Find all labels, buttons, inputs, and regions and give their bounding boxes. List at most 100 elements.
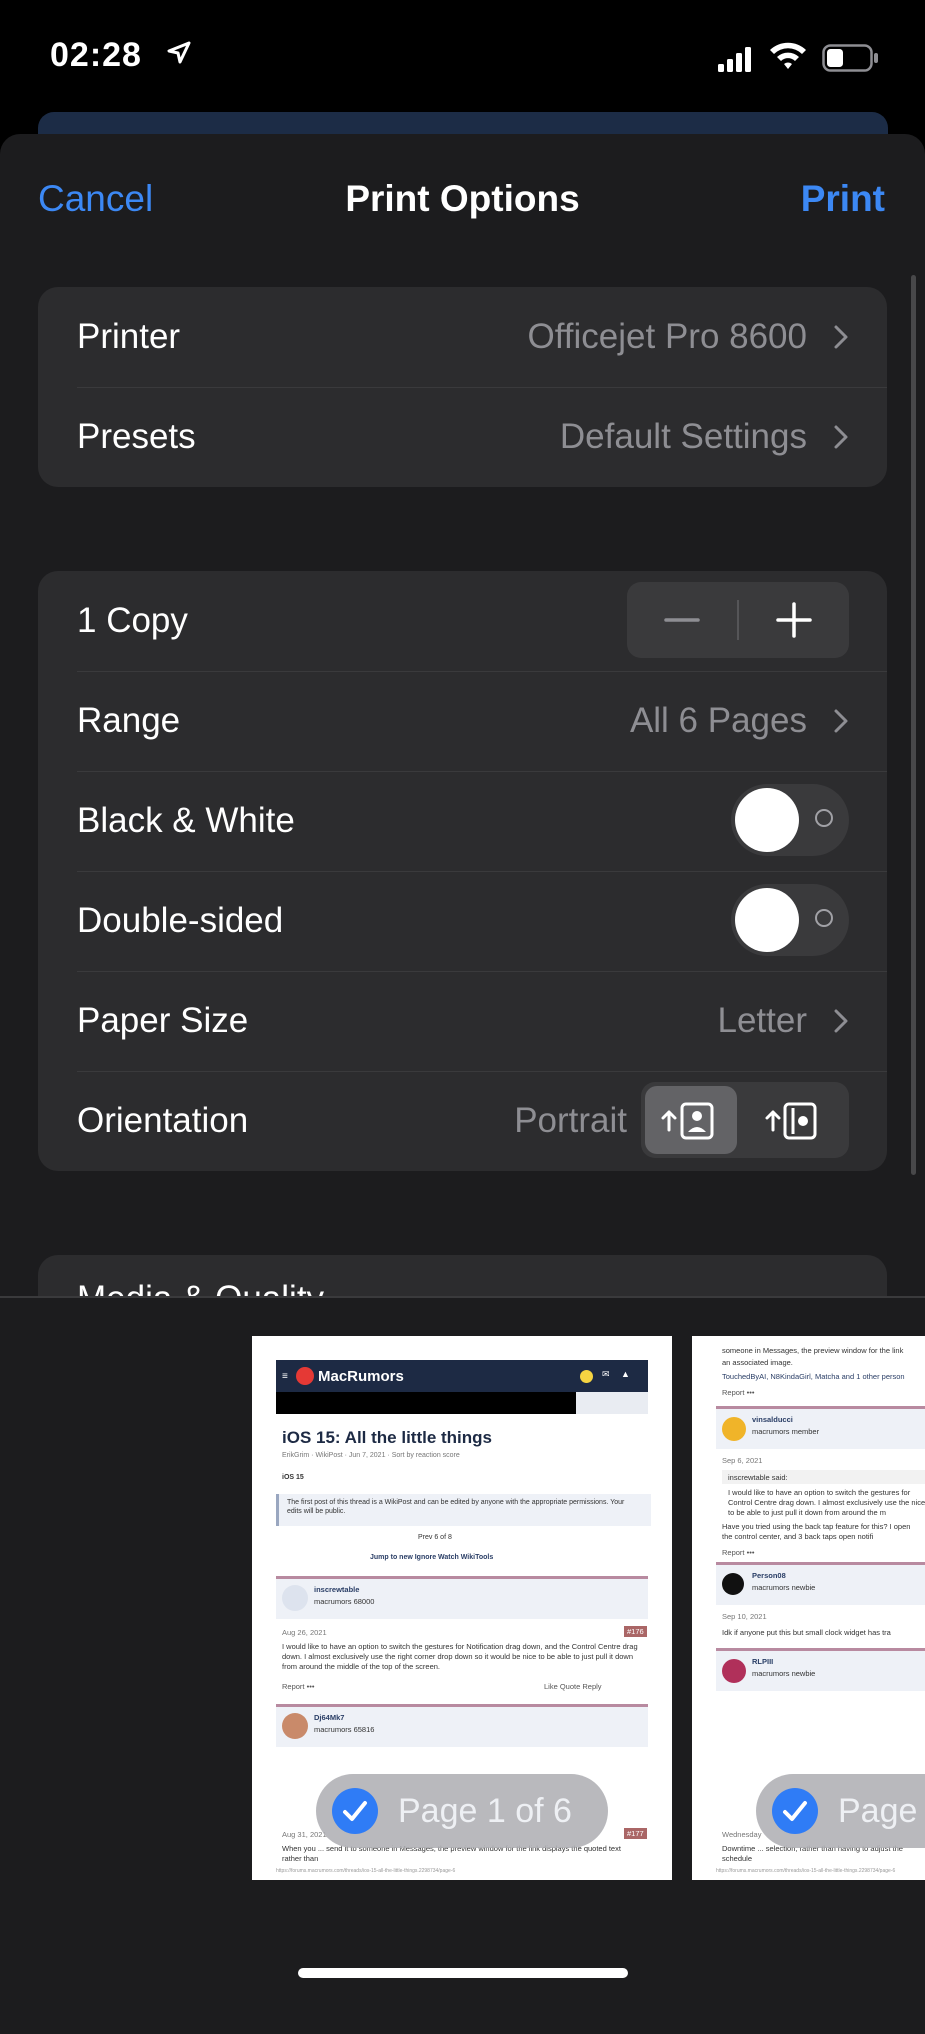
landscape-button[interactable] <box>749 1086 841 1154</box>
range-value: All 6 Pages <box>629 701 807 740</box>
signal-icon <box>718 47 751 72</box>
breadcrumb: iOS 15 <box>282 1474 304 1481</box>
redacted-bar <box>276 1392 576 1414</box>
presets-row[interactable]: Presets Default Settings <box>38 387 887 487</box>
home-indicator[interactable] <box>298 1968 628 1978</box>
likes-list: TouchedByAI, N8KindaGirl, Matcha and 1 o… <box>722 1372 905 1381</box>
chevron-right-icon <box>834 1009 848 1033</box>
page-2-selected-pill[interactable]: Page <box>756 1774 925 1848</box>
orientation-value: Portrait <box>514 1101 627 1140</box>
post-author-rank: macrumors newbie <box>752 1669 816 1678</box>
quote-author: inscrewtable said: <box>728 1473 788 1482</box>
post-text: an associated image. <box>722 1358 793 1367</box>
portrait-button[interactable] <box>645 1086 737 1154</box>
avatar <box>580 1370 593 1383</box>
print-button[interactable]: Print <box>801 178 885 220</box>
post-author-rank: macrumors 68000 <box>314 1597 375 1606</box>
macrumors-logo-icon <box>296 1367 314 1385</box>
quote-header: inscrewtable said: <box>722 1470 925 1484</box>
post-author: inscrewtable <box>314 1585 360 1594</box>
thread-actions: Jump to new Ignore Watch WikiTools <box>370 1554 494 1561</box>
wifi-icon <box>770 42 806 69</box>
menu-icon: ≡ <box>282 1371 288 1382</box>
apple-logo-icon <box>722 1573 744 1595</box>
site-name: MacRumors <box>318 1368 404 1385</box>
notice-text: The first post of this thread is a WikiP… <box>287 1499 625 1515</box>
double-sided-row: Double-sided <box>38 871 887 971</box>
printer-row[interactable]: Printer Officejet Pro 8600 <box>38 287 887 387</box>
location-arrow-icon <box>167 41 191 64</box>
page-preview-area: ≡ MacRumors ✉ ▲ iOS 15: All the little t… <box>0 1296 925 2002</box>
black-white-label: Black & White <box>77 801 295 840</box>
avatar <box>282 1713 308 1739</box>
avatar <box>722 1659 746 1683</box>
range-label: Range <box>77 701 181 740</box>
post-author: RLPIII <box>752 1657 774 1666</box>
toggle-off-icon <box>815 809 833 827</box>
orientation-row: Orientation Portrait <box>38 1071 887 1171</box>
post-date: Sep 10, 2021 <box>722 1612 767 1621</box>
paper-size-row[interactable]: Paper Size Letter <box>38 971 887 1071</box>
landscape-icon <box>765 1102 817 1140</box>
toggle-knob <box>735 888 799 952</box>
search-bar <box>576 1392 648 1414</box>
presets-label: Presets <box>77 417 196 456</box>
copies-stepper <box>627 582 849 658</box>
chevron-right-icon <box>834 709 848 733</box>
post-date: Aug 26, 2021 <box>282 1628 327 1637</box>
thread-meta: ErikGrim · WikiPost · Jun 7, 2021 · Sort… <box>282 1452 460 1459</box>
page-footer-url: https://forums.macrumors.com/threads/ios… <box>716 1868 896 1874</box>
post-text: Idk if anyone put this but small clock w… <box>722 1628 891 1637</box>
post-header: inscrewtable macrumors 68000 <box>276 1579 648 1619</box>
minus-icon <box>664 618 700 622</box>
bell-icon: ▲ <box>621 1369 630 1379</box>
double-sided-toggle[interactable] <box>731 884 849 956</box>
range-row[interactable]: Range All 6 Pages <box>38 671 887 771</box>
post-date: Aug 31, 2021 <box>282 1830 327 1839</box>
copies-row: 1 Copy <box>38 571 887 671</box>
post-actions: Report ••• <box>282 1682 315 1691</box>
post-reactions: Like Quote Reply <box>544 1682 602 1691</box>
increment-button[interactable] <box>739 582 849 658</box>
post-text: someone in Messages, the preview window … <box>722 1346 904 1355</box>
avatar <box>722 1417 746 1441</box>
toggle-off-icon <box>815 909 833 927</box>
portrait-icon <box>661 1102 714 1140</box>
page-footer-url: https://forums.macrumors.com/threads/ios… <box>276 1868 456 1874</box>
double-sided-label: Double-sided <box>77 901 284 940</box>
checkmark-icon <box>332 1788 378 1834</box>
orientation-label: Orientation <box>77 1101 249 1140</box>
post-date: Sep 6, 2021 <box>722 1456 763 1465</box>
toggle-knob <box>735 788 799 852</box>
chevron-right-icon <box>834 425 848 449</box>
decrement-button[interactable] <box>627 582 737 658</box>
post-header: Person08 macrumors newbie <box>716 1565 925 1605</box>
post-author: Person08 <box>752 1571 786 1580</box>
status-time: 02:28 <box>50 36 142 74</box>
printer-label: Printer <box>77 317 181 356</box>
post-text: Have you tried using the back tap featur… <box>722 1522 911 1541</box>
paper-size-value: Letter <box>717 1001 808 1040</box>
avatar <box>282 1585 308 1611</box>
post-author-rank: macrumors newbie <box>752 1583 816 1592</box>
post-number: #176 <box>624 1626 647 1637</box>
post-header: RLPIII macrumors newbie <box>716 1651 925 1691</box>
orientation-segmented-control <box>641 1082 849 1158</box>
chevron-right-icon <box>834 325 848 349</box>
presets-value: Default Settings <box>559 417 807 456</box>
quote-text: I would like to have an option to switch… <box>728 1488 925 1517</box>
post-text: I would like to have an option to switch… <box>282 1642 638 1671</box>
pager: Prev 6 of 8 <box>418 1534 452 1541</box>
post-author-rank: macrumors member <box>752 1427 820 1436</box>
battery-icon <box>822 44 878 72</box>
post-author: vinsalducci <box>752 1415 793 1424</box>
printer-value: Officejet Pro 8600 <box>527 317 807 356</box>
post-header: vinsalducci macrumors member <box>716 1409 925 1449</box>
page-1-selected-pill[interactable]: Page 1 of 6 <box>316 1774 608 1848</box>
black-white-toggle[interactable] <box>731 784 849 856</box>
sheet-title: Print Options <box>345 178 580 219</box>
copies-label: 1 Copy <box>77 601 188 640</box>
page-1-label: Page 1 of 6 <box>398 1792 572 1830</box>
post-date: Wednesday <box>722 1830 762 1839</box>
post-actions: Report ••• <box>722 1548 755 1557</box>
